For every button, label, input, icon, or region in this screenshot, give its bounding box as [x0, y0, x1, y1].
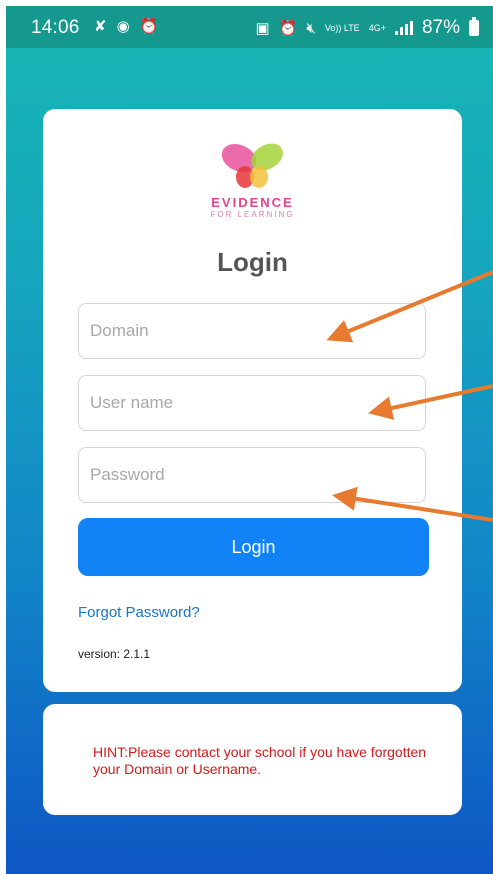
signal-icon [394, 21, 413, 35]
hint-card: HINT:Please contact your school if you h… [43, 704, 462, 815]
logo-subtitle: FOR LEARNING [210, 210, 295, 219]
forgot-password-link[interactable]: Forgot Password? [78, 604, 200, 621]
evidence-for-learning-logo: EVIDENCE FOR LEARNING [43, 141, 462, 219]
alarm-icon: ⏰ [139, 18, 159, 35]
battery-saver-icon: ▣ [255, 20, 270, 37]
status-time: 14:06 [31, 17, 80, 38]
sync-icon: ◉ [116, 18, 130, 35]
version-label: version: 2.1.1 [78, 647, 151, 661]
password-input[interactable] [78, 447, 426, 503]
battery-level: 87% [421, 17, 460, 38]
logo-title: EVIDENCE [211, 195, 294, 210]
domain-input[interactable] [78, 303, 426, 359]
status-left-icons: ✘ ◉ ⏰ [94, 17, 158, 35]
alarm-icon: ⏰ [278, 20, 298, 37]
username-input[interactable] [78, 375, 426, 431]
mute-icon: 🔇︎ [306, 19, 316, 37]
status-bar: 14:06 ✘ ◉ ⏰ ▣ ⏰ 🔇︎ Vo)) LTE 4G+ 87% [6, 6, 493, 48]
battery-icon [469, 17, 479, 36]
hint-text: HINT:Please contact your school if you h… [93, 744, 427, 777]
butterfly-logo-icon [221, 143, 283, 188]
volte-indicator: Vo)) LTE [324, 22, 360, 33]
network-4g-indicator: 4G+ [368, 22, 386, 33]
page-title: Login [217, 247, 288, 277]
messaging-icon: ✘ [94, 18, 107, 35]
login-button[interactable]: Login [78, 518, 429, 576]
app-screen: 14:06 ✘ ◉ ⏰ ▣ ⏰ 🔇︎ Vo)) LTE 4G+ 87% EVID… [6, 6, 493, 874]
status-right-icons: ▣ ⏰ 🔇︎ Vo)) LTE 4G+ 87% [256, 17, 479, 39]
login-card: EVIDENCE FOR LEARNING Login Login Forgot… [43, 109, 462, 692]
